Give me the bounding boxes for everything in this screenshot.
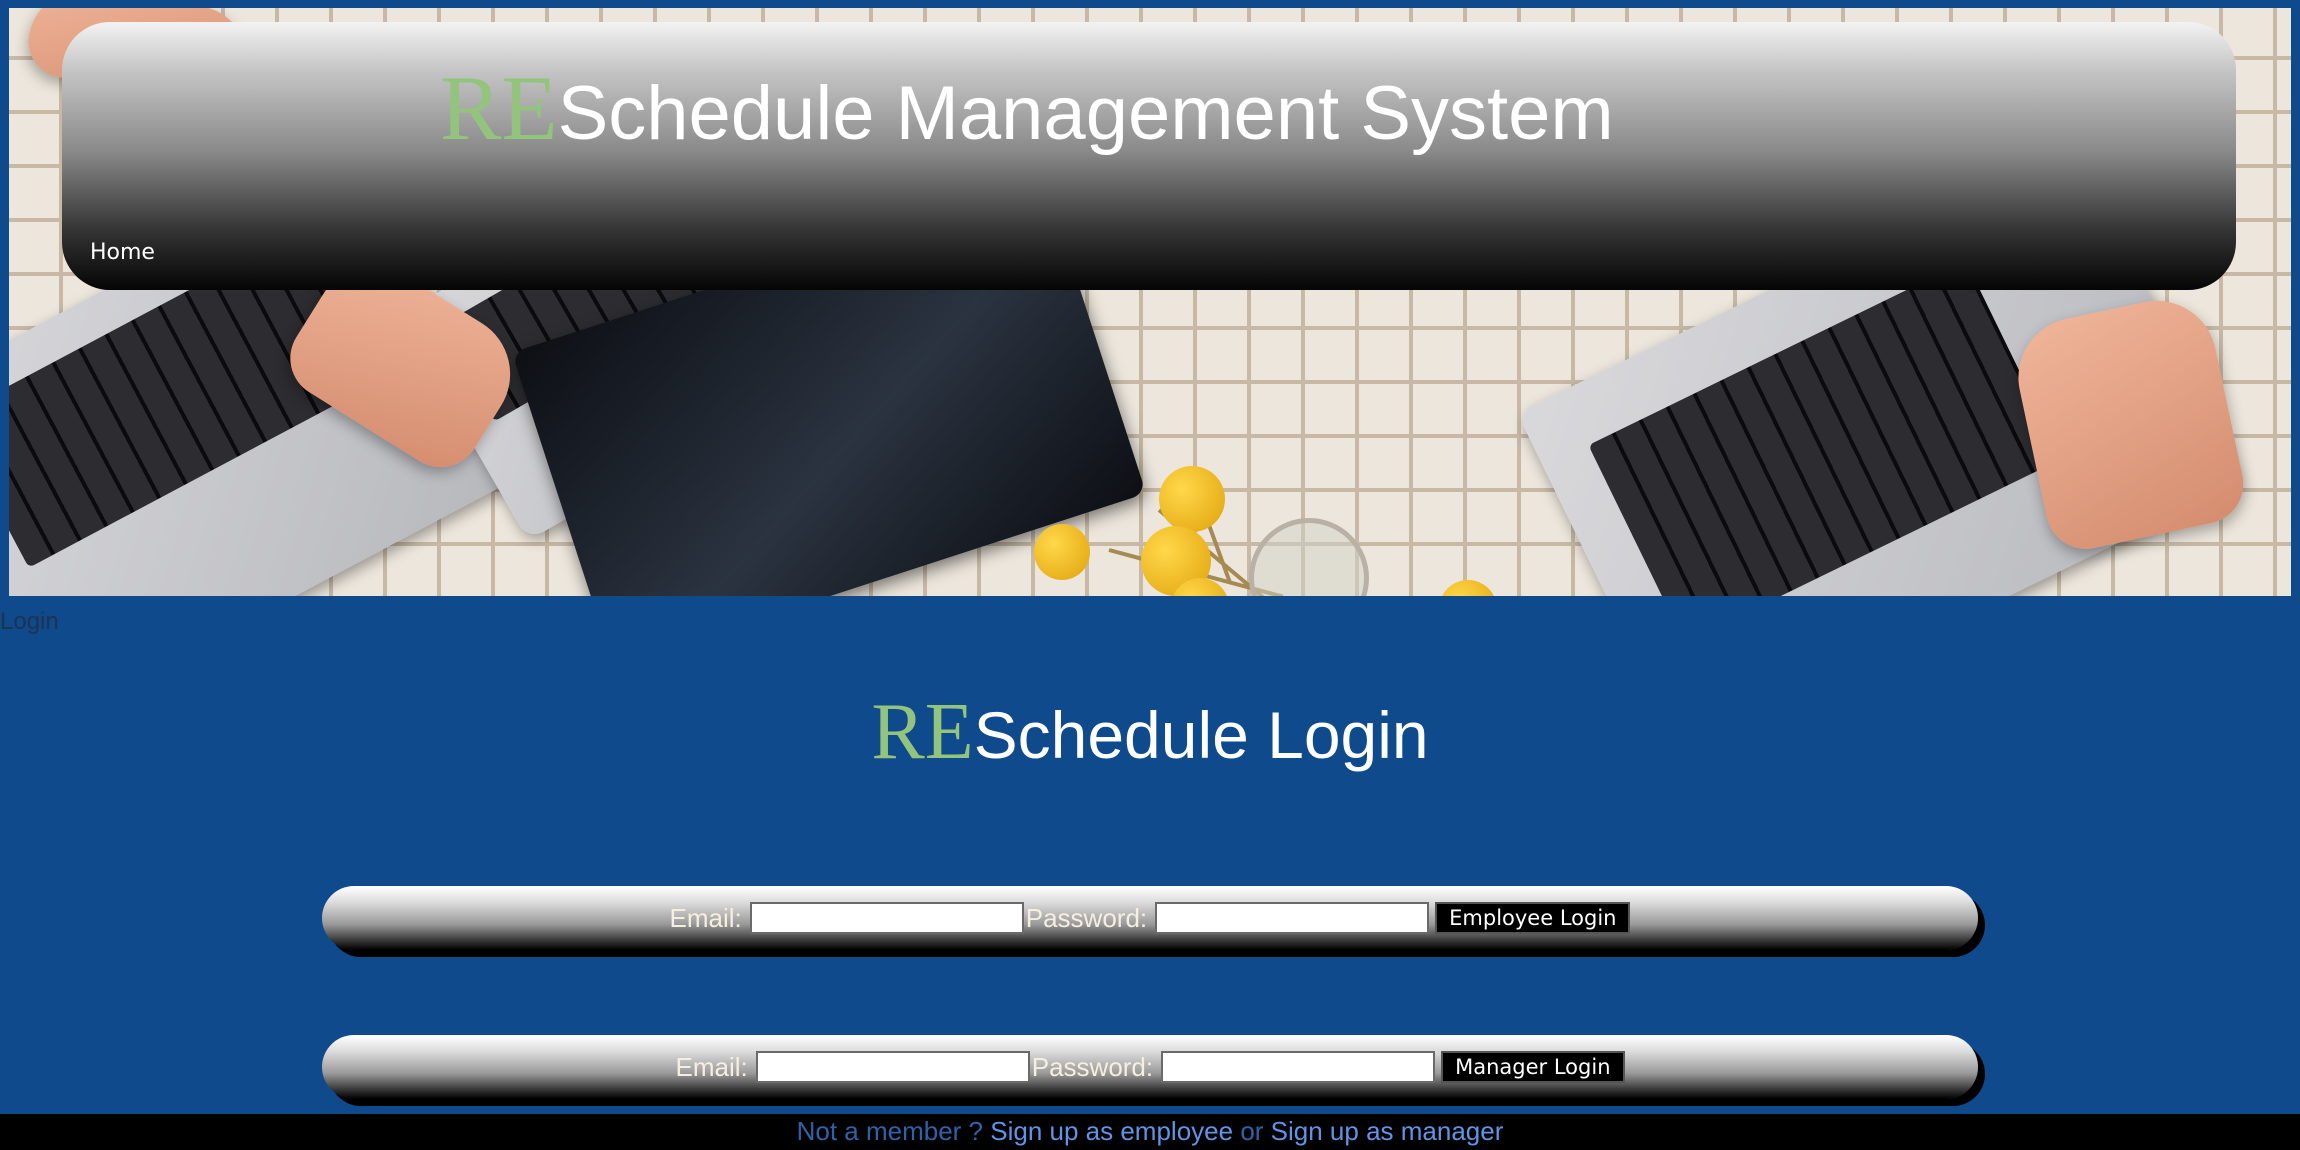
- header-banner: RESchedule Management System Home: [62, 22, 2236, 290]
- footer-separator: or: [1240, 1116, 1264, 1146]
- employee-email-label: Email:: [669, 902, 742, 933]
- manager-login-button[interactable]: Manager Login: [1441, 1051, 1625, 1083]
- site-title-text: Schedule Management System: [557, 71, 1614, 156]
- keyboard-illustration: [1588, 261, 2063, 596]
- nav-home-link[interactable]: Home: [90, 240, 155, 265]
- manager-login-form: Email: Password: Manager Login: [322, 1035, 1978, 1099]
- employee-login-form: Email: Password: Employee Login: [322, 886, 1978, 950]
- manager-email-label: Email:: [675, 1051, 748, 1082]
- vase-illustration: [1249, 518, 1369, 596]
- login-title: RESchedule Login: [0, 692, 2300, 772]
- flower-illustration: [1034, 524, 1090, 580]
- page-label: Login: [0, 608, 59, 635]
- page: RESchedule Management System Home Login …: [0, 0, 2300, 1150]
- signup-employee-link[interactable]: Sign up as employee: [990, 1116, 1233, 1146]
- site-title-accent: RE: [440, 57, 558, 159]
- site-title: RESchedule Management System: [440, 62, 1614, 154]
- manager-password-input[interactable]: [1161, 1051, 1436, 1083]
- manager-email-input[interactable]: [755, 1051, 1030, 1083]
- login-title-accent: RE: [871, 688, 974, 776]
- footer-prompt: Not a member ?: [796, 1116, 984, 1146]
- employee-email-input[interactable]: [749, 902, 1024, 934]
- flower-illustration: [1159, 466, 1225, 532]
- manager-password-label: Password:: [1031, 1051, 1154, 1082]
- login-title-text: Schedule Login: [973, 698, 1429, 772]
- employee-password-input[interactable]: [1155, 902, 1430, 934]
- employee-login-button[interactable]: Employee Login: [1435, 902, 1631, 934]
- employee-password-label: Password:: [1025, 902, 1148, 933]
- signup-manager-link[interactable]: Sign up as manager: [1271, 1116, 1504, 1146]
- flower-illustration: [1439, 580, 1497, 596]
- footer: Not a member ? Sign up as employee or Si…: [0, 1114, 2300, 1150]
